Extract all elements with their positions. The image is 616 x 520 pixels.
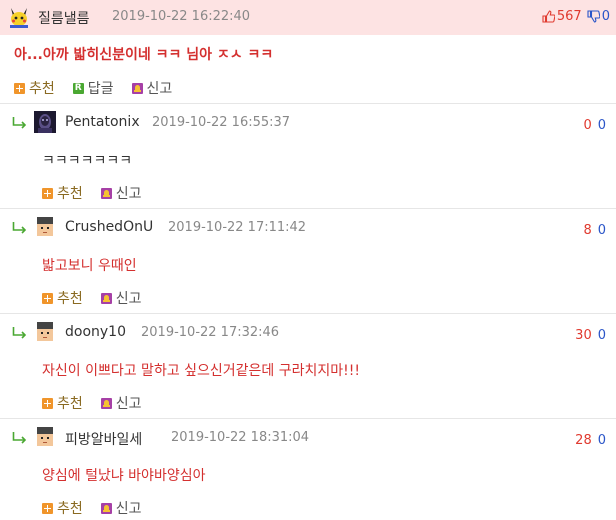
report-label: 신고 xyxy=(115,186,142,202)
report-button[interactable]: 신고 xyxy=(131,78,173,98)
reply-text: ㅋㅋㅋㅋㅋㅋㅋ xyxy=(42,153,133,169)
reply-upvotes: 8 xyxy=(583,223,592,238)
reply-r-icon: R xyxy=(72,82,84,94)
reply-author[interactable]: 피방알바일세 xyxy=(65,429,142,449)
report-button[interactable]: 신고 xyxy=(100,393,142,413)
reply-author[interactable]: Pentatonix xyxy=(65,114,140,130)
recommend-button[interactable]: 추천 xyxy=(42,393,83,413)
plus-icon xyxy=(42,502,53,514)
siren-icon xyxy=(100,397,112,409)
reply-text: 양심에 털났냐 바야바양심아 xyxy=(42,468,206,484)
reply-date: 2019-10-22 18:31:04 xyxy=(171,430,310,445)
comment-header: 질름낼름 2019-10-22 16:22:40 567 0 xyxy=(0,0,616,35)
reply-date: 2019-10-22 17:11:42 xyxy=(168,220,307,235)
reply-downvotes: 0 xyxy=(597,223,606,238)
thumbs-up-icon[interactable] xyxy=(542,10,555,23)
reply-item: doony10 2019-10-22 17:32:46 30 0 자신이 이쁘다고… xyxy=(0,313,616,418)
report-label: 신고 xyxy=(115,396,142,412)
author-name[interactable]: 질름낼름 xyxy=(38,8,90,28)
plus-icon xyxy=(14,82,25,94)
thumbs-down-icon[interactable] xyxy=(587,10,600,23)
avatar-icon[interactable] xyxy=(34,216,56,238)
recommend-button[interactable]: 추천 xyxy=(42,288,83,308)
reply-downvotes: 0 xyxy=(597,433,606,448)
reply-votes: 28 0 xyxy=(575,433,606,448)
reply-votes: 00 xyxy=(583,118,606,133)
reply-text: 자신이 이쁘다고 말하고 싶으신거같은데 구라치지마!!! xyxy=(42,363,360,379)
upvote-count: 567 xyxy=(556,9,582,24)
avatar-icon[interactable] xyxy=(34,321,56,343)
plus-icon xyxy=(42,397,53,409)
reply-author[interactable]: CrushedOnU xyxy=(65,219,153,235)
reply-author[interactable]: doony10 xyxy=(65,324,126,340)
reply-button[interactable]: R 답글 xyxy=(72,78,114,98)
recommend-button[interactable]: 추천 xyxy=(42,498,83,518)
main-comment: 질름낼름 2019-10-22 16:22:40 567 0 아...아까 밟히… xyxy=(0,0,616,105)
reply-upvotes: 0 xyxy=(583,118,592,133)
siren-icon xyxy=(131,82,143,94)
reply-actions: 추천 신고 xyxy=(42,183,142,203)
reply-date: 2019-10-22 16:55:37 xyxy=(152,115,291,130)
reply-votes: 80 xyxy=(583,223,606,238)
plus-icon xyxy=(42,187,53,199)
avatar-icon[interactable] xyxy=(34,111,56,133)
reply-upvotes: 28 xyxy=(575,433,592,448)
reply-actions: 추천 신고 xyxy=(42,288,142,308)
reply-arrow-icon xyxy=(12,432,28,444)
recommend-button[interactable]: 추천 xyxy=(42,183,83,203)
reply-downvotes: 0 xyxy=(597,328,606,343)
reply-text: 밟고보니 우때인 xyxy=(42,258,137,274)
recommend-label: 추천 xyxy=(57,501,83,517)
reply-upvotes: 30 xyxy=(575,328,592,343)
report-button[interactable]: 신고 xyxy=(100,183,142,203)
reply-label: 답글 xyxy=(87,81,114,97)
recommend-label: 추천 xyxy=(57,186,83,202)
reply-votes: 30 0 xyxy=(575,328,606,343)
comment-text: 아...아까 밟히신분이네 ㅋㅋ 님아 ㅈㅅ ㅋㅋ xyxy=(14,47,274,63)
report-label: 신고 xyxy=(115,291,142,307)
comment-date: 2019-10-22 16:22:40 xyxy=(112,9,251,24)
siren-icon xyxy=(100,502,112,514)
recommend-label: 추천 xyxy=(57,396,83,412)
comment-actions: 추천 R 답글 신고 xyxy=(14,78,172,98)
downvote-count: 0 xyxy=(601,9,610,24)
reply-item: Pentatonix 2019-10-22 16:55:37 00 ㅋㅋㅋㅋㅋㅋ… xyxy=(0,103,616,208)
siren-icon xyxy=(100,292,112,304)
reply-item: 피방알바일세 2019-10-22 18:31:04 28 0 양심에 털났냐 바… xyxy=(0,418,616,520)
report-button[interactable]: 신고 xyxy=(100,288,142,308)
recommend-label: 추천 xyxy=(29,81,55,97)
reply-item: CrushedOnU 2019-10-22 17:11:42 80 밟고보니 우… xyxy=(0,208,616,313)
report-button[interactable]: 신고 xyxy=(100,498,142,518)
reply-actions: 추천 신고 xyxy=(42,393,142,413)
siren-icon xyxy=(100,187,112,199)
plus-icon xyxy=(42,292,53,304)
avatar-icon[interactable] xyxy=(34,426,56,448)
report-label: 신고 xyxy=(115,501,142,517)
reply-arrow-icon xyxy=(12,327,28,339)
reply-downvotes: 0 xyxy=(597,118,606,133)
vote-counts: 567 0 xyxy=(542,9,610,24)
recommend-button[interactable]: 추천 xyxy=(14,78,55,98)
report-label: 신고 xyxy=(146,81,173,97)
reply-date: 2019-10-22 17:32:46 xyxy=(141,325,280,340)
reply-actions: 추천 신고 xyxy=(42,498,142,518)
recommend-label: 추천 xyxy=(57,291,83,307)
reply-arrow-icon xyxy=(12,117,28,129)
reply-arrow-icon xyxy=(12,222,28,234)
avatar-pikachu-icon[interactable] xyxy=(8,6,30,28)
